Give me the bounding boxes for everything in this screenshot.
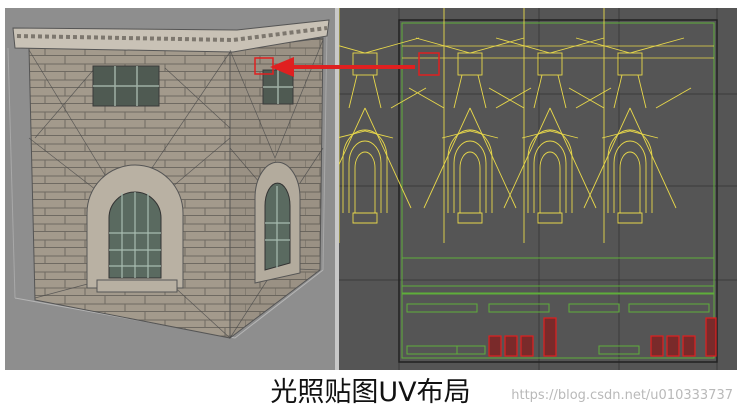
uv-editor-viewport[interactable]	[339, 8, 737, 370]
viewport-3d[interactable]	[5, 8, 335, 370]
uv-red-islands	[488, 317, 717, 357]
uv-highlight-box	[418, 52, 440, 76]
uv-frame	[398, 19, 718, 363]
uv-islands	[339, 8, 692, 244]
uv-layout	[339, 8, 737, 370]
watermark: https://blog.csdn.net/u010333737	[511, 388, 733, 403]
building-render	[7, 19, 330, 340]
